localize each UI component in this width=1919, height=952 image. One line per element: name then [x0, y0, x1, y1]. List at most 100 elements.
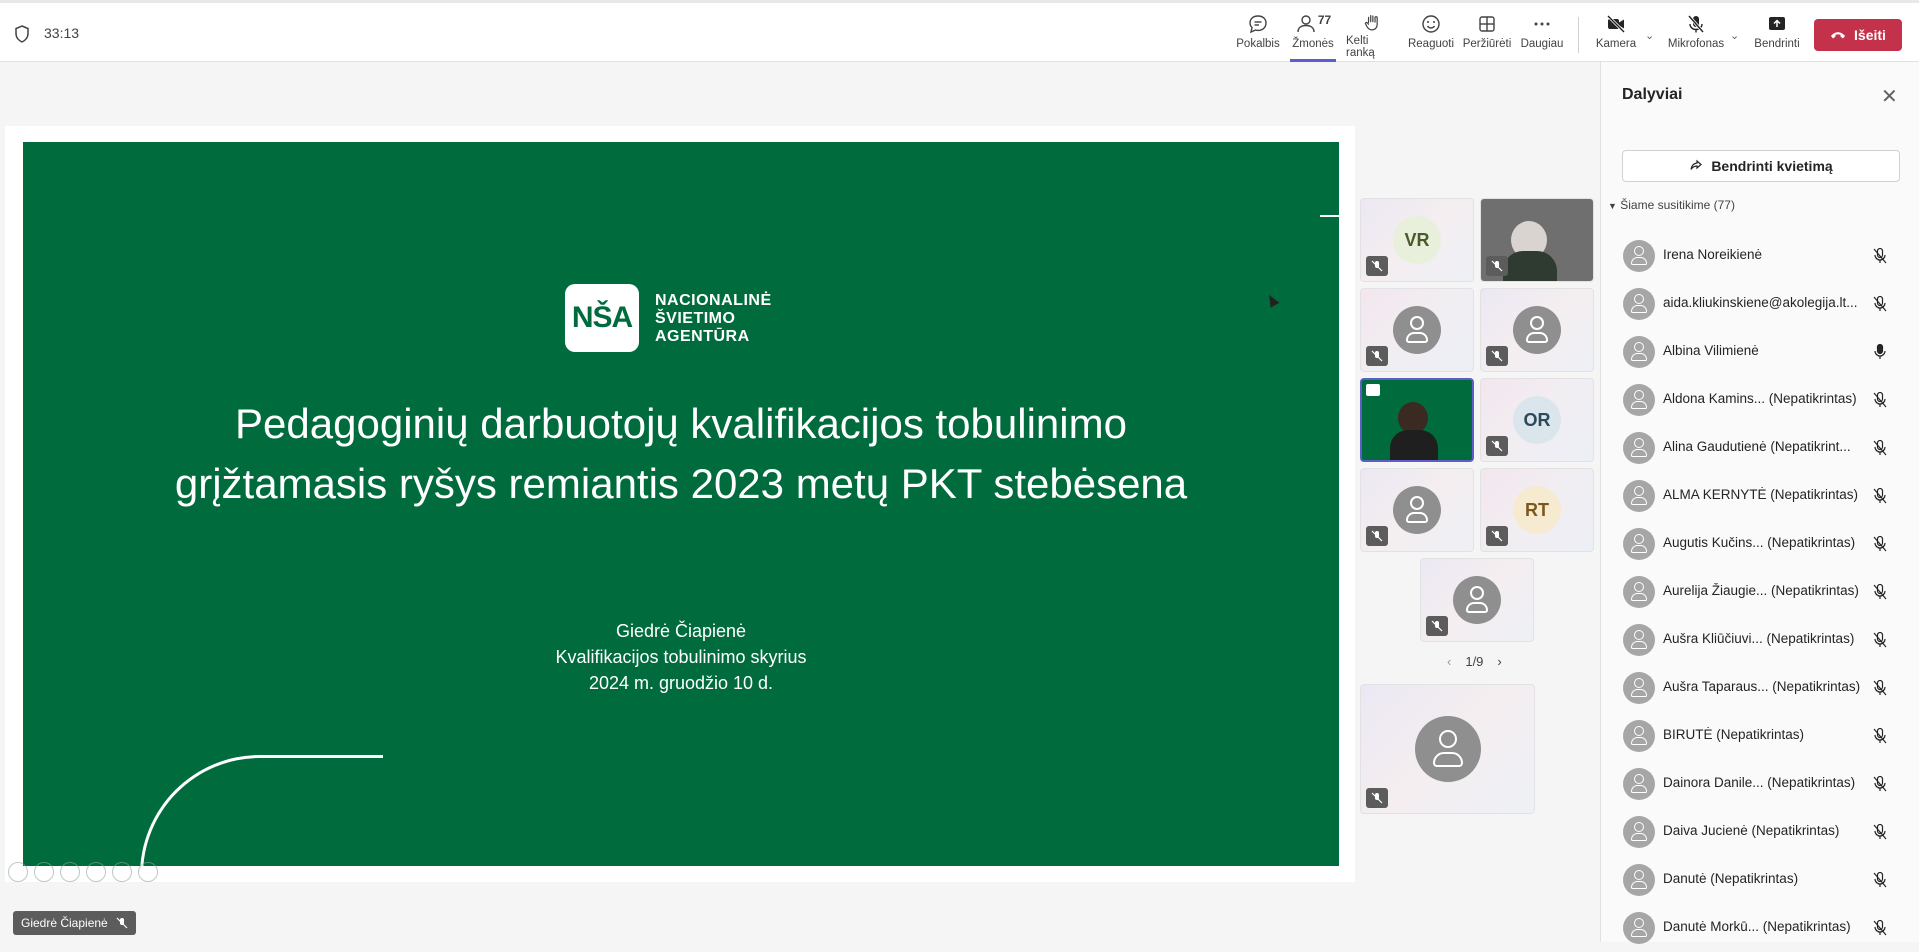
participant-row[interactable]: aida.kliukinskiene@akolegija.lt... [1601, 280, 1919, 328]
muted-badge [1366, 256, 1388, 276]
mic-off-icon [1873, 727, 1887, 744]
presenter-video-tile[interactable] [1360, 378, 1474, 462]
participant-tile[interactable] [1420, 558, 1534, 642]
react-button[interactable]: Reaguoti [1408, 13, 1454, 59]
gallery-next-icon[interactable]: › [1497, 654, 1501, 669]
person-avatar-icon [1623, 816, 1655, 848]
nsa-logo-icon: NŠA [565, 284, 639, 352]
participant-video-tile[interactable] [1480, 198, 1594, 282]
participant-tile[interactable]: OR [1480, 378, 1594, 462]
mic-off-icon [1873, 295, 1887, 312]
share-invite-button[interactable]: Bendrinti kvietimą [1622, 150, 1900, 182]
pen-icon[interactable] [60, 862, 80, 882]
logo-text: NACIONALINĖ ŠVIETIMO AGENTŪRA [655, 292, 772, 346]
person-avatar-icon [1393, 306, 1441, 354]
mic-off-icon [1431, 620, 1443, 632]
leave-button[interactable]: Išeiti [1814, 19, 1902, 51]
view-label: Peržiūrėti [1462, 38, 1512, 50]
participant-name: Irena Noreikienė [1663, 247, 1763, 262]
participant-row[interactable]: Aldona Kamins... (Nepatikrintas) [1601, 376, 1919, 424]
participant-row[interactable]: BIRUTĖ (Nepatikrintas) [1601, 712, 1919, 760]
section-label: Šiame susitikime (77) [1620, 198, 1735, 212]
microphone-button[interactable]: Mikrofonas [1666, 13, 1726, 59]
mic-off-icon [1873, 247, 1887, 264]
participant-row[interactable]: Aušra Taparaus... (Nepatikrintas) [1601, 664, 1919, 712]
mic-off-icon [1873, 391, 1887, 408]
slide-decoration-line [1320, 215, 1339, 217]
mic-off-icon [1491, 440, 1503, 452]
muted-badge [1486, 526, 1508, 546]
slide-decoration-arc [140, 755, 383, 866]
participants-list: Irena Noreikienė aida.kliukinskiene@akole… [1601, 232, 1919, 952]
raise-hand-icon [1364, 14, 1378, 31]
participant-row[interactable]: Aurelija Žiaugie... (Nepatikrintas) [1601, 568, 1919, 616]
slide-navigation-controls [8, 862, 158, 882]
participant-row[interactable]: Aušra Kliūčiuvi... (Nepatikrintas) [1601, 616, 1919, 664]
in-meeting-section-header[interactable]: ▼ Šiame susitikime (77) [1608, 198, 1735, 212]
camera-options-chevron-icon[interactable]: ⌄ [1645, 29, 1654, 42]
participant-row[interactable]: Danutė (Nepatikrintas) [1601, 856, 1919, 904]
logo-line-2: ŠVIETIMO [655, 310, 736, 327]
mic-icon [1874, 343, 1886, 359]
previous-slide-icon[interactable] [8, 862, 28, 882]
people-icon [1297, 15, 1315, 33]
self-view-tile[interactable] [1360, 684, 1535, 814]
raise-hand-button[interactable]: Kelti ranką [1346, 13, 1398, 59]
participant-row[interactable]: Dainora Danile... (Nepatikrintas) [1601, 760, 1919, 808]
person-avatar-icon [1393, 486, 1441, 534]
mic-off-icon [1873, 439, 1887, 456]
person-avatar-icon [1623, 480, 1655, 512]
close-icon[interactable]: ✕ [1881, 84, 1898, 109]
chat-icon [1249, 15, 1267, 34]
slides-overview-icon[interactable] [86, 862, 106, 882]
view-button[interactable]: Peržiūrėti [1462, 13, 1512, 59]
toolbar-divider [1578, 17, 1579, 53]
people-button[interactable]: 77 Žmonės [1290, 13, 1336, 62]
participant-tile[interactable]: RT [1480, 468, 1594, 552]
more-button[interactable]: Daugiau [1519, 13, 1565, 59]
mic-off-icon [1873, 487, 1887, 504]
mic-off-icon [1873, 583, 1887, 600]
video-person-body [1503, 251, 1557, 281]
mic-off-icon [1371, 350, 1383, 362]
options-icon[interactable] [138, 862, 158, 882]
participant-tile[interactable]: VR [1360, 198, 1474, 282]
share-label: Bendrinti [1754, 38, 1800, 50]
next-slide-icon[interactable] [34, 862, 54, 882]
participant-row[interactable]: Augutis Kučins... (Nepatikrintas) [1601, 520, 1919, 568]
mic-off-icon [1491, 530, 1503, 542]
participant-row[interactable]: Daiva Jucienė (Nepatikrintas) [1601, 808, 1919, 856]
person-avatar-icon [1623, 432, 1655, 464]
participant-tile[interactable] [1360, 468, 1474, 552]
mic-off-icon [1371, 792, 1383, 804]
participant-name: aida.kliukinskiene@akolegija.lt... [1663, 295, 1858, 310]
camera-label: Kamera [1595, 38, 1637, 50]
participant-row[interactable]: Alina Gaudutienė (Nepatikrint... [1601, 424, 1919, 472]
participant-name: Aurelija Žiaugie... (Nepatikrintas) [1663, 583, 1859, 598]
participant-tile[interactable] [1360, 288, 1474, 372]
muted-badge [1486, 436, 1508, 456]
participant-tile[interactable] [1480, 288, 1594, 372]
muted-badge [1426, 616, 1448, 636]
share-invite-label: Bendrinti kvietimą [1711, 158, 1833, 174]
camera-button[interactable]: Kamera [1594, 13, 1638, 59]
microphone-options-chevron-icon[interactable]: ⌄ [1730, 29, 1739, 42]
participant-name: Albina Vilimienė [1663, 343, 1759, 358]
participant-row[interactable]: Irena Noreikienė [1601, 232, 1919, 280]
participant-row[interactable]: ALMA KERNYTĖ (Nepatikrintas) [1601, 472, 1919, 520]
react-label: Reaguoti [1407, 38, 1455, 50]
person-avatar-icon [1623, 240, 1655, 272]
mic-off-icon [1491, 260, 1503, 272]
gallery-page-indicator: 1/9 [1465, 654, 1484, 669]
gallery-previous-icon[interactable]: ‹ [1447, 654, 1451, 669]
participant-row[interactable]: Danutė Morkū... (Nepatikrintas) [1601, 904, 1919, 952]
chat-button[interactable]: Pokalbis [1236, 13, 1280, 59]
participant-row[interactable]: Albina Vilimienė [1601, 328, 1919, 376]
participant-name: ALMA KERNYTĖ (Nepatikrintas) [1663, 487, 1859, 502]
share-button[interactable]: Bendrinti [1752, 13, 1802, 59]
slide-date: 2024 m. gruodžio 10 d. [588, 673, 774, 693]
chat-label: Pokalbis [1236, 38, 1280, 50]
zoom-icon[interactable] [112, 862, 132, 882]
participant-initials: RT [1513, 486, 1561, 534]
person-avatar-icon [1414, 716, 1481, 782]
